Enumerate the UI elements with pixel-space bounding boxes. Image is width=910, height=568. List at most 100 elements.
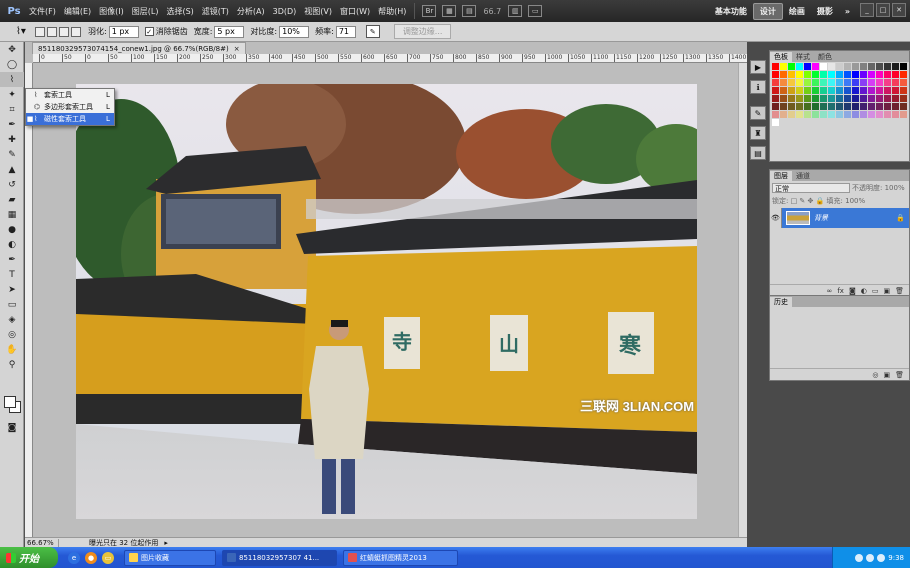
swatch[interactable] (844, 111, 851, 118)
tool-preset-icon[interactable]: ⌇▾ (8, 24, 34, 40)
swatch[interactable] (868, 103, 875, 110)
link-layers-icon[interactable]: ∞ (827, 287, 833, 295)
adjustment-layer-icon[interactable]: ◐ (861, 287, 867, 295)
swatch[interactable] (780, 103, 787, 110)
swatch[interactable] (772, 63, 779, 70)
maximize-icon[interactable]: □ (876, 3, 890, 17)
close-icon[interactable]: ✕ (892, 3, 906, 17)
eye-icon[interactable]: 👁 (770, 208, 782, 228)
snapshot-icon[interactable]: ◎ (872, 371, 878, 379)
swatch[interactable] (876, 63, 883, 70)
swatch[interactable] (868, 63, 875, 70)
swatch[interactable] (796, 71, 803, 78)
tab-styles[interactable]: 样式 (792, 52, 814, 62)
3d-orbit-icon[interactable]: ◎ (0, 327, 24, 342)
swatch[interactable] (860, 79, 867, 86)
group-icon[interactable]: ▭ (872, 287, 879, 295)
workspace-essentials[interactable]: 基本功能 (709, 4, 753, 19)
info-panel-icon[interactable]: ℹ (750, 80, 766, 94)
antialias-checkbox[interactable]: ✓ (144, 27, 154, 36)
blend-mode-select[interactable]: 正常 (772, 183, 850, 193)
minibridge-icon[interactable]: ▦ (442, 5, 457, 17)
menu-file[interactable]: 文件(F) (25, 6, 60, 17)
swatch[interactable] (868, 71, 875, 78)
menu-edit[interactable]: 编辑(E) (60, 6, 95, 17)
document-tab[interactable]: 851180329573074154_conew1.jpg @ 66.7%(RG… (32, 42, 246, 54)
swatch[interactable] (876, 111, 883, 118)
swatch[interactable] (796, 63, 803, 70)
frequency-input[interactable] (335, 25, 356, 38)
swatch[interactable] (892, 87, 899, 94)
volume-icon[interactable] (866, 553, 875, 562)
swatch[interactable] (788, 79, 795, 86)
swatch[interactable] (788, 71, 795, 78)
start-button[interactable]: 开始 (0, 547, 58, 568)
swatch[interactable] (852, 111, 859, 118)
swatch[interactable] (900, 103, 907, 110)
swatch[interactable] (844, 103, 851, 110)
new-selection-icon[interactable] (35, 26, 45, 37)
contrast-input[interactable] (279, 25, 310, 38)
quick-select-tool-icon[interactable]: ✦ (0, 87, 24, 102)
swatch[interactable] (876, 71, 883, 78)
view-extras-icon[interactable]: ▤ (462, 5, 477, 17)
tab-color[interactable]: 颜色 (814, 52, 836, 62)
swatch[interactable] (820, 71, 827, 78)
swatch[interactable] (892, 111, 899, 118)
swatch[interactable] (844, 95, 851, 102)
swatch[interactable] (836, 87, 843, 94)
swatch[interactable] (804, 71, 811, 78)
swatch[interactable] (788, 63, 795, 70)
firefox-icon[interactable]: ● (85, 551, 97, 564)
swatch[interactable] (772, 87, 779, 94)
healing-brush-icon[interactable]: ✚ (0, 132, 24, 147)
swatch[interactable] (812, 95, 819, 102)
intersect-selection-icon[interactable] (71, 26, 81, 37)
flyout-item-magnetic-lasso[interactable]: ■ ⌇ 磁性套索工具 L (26, 113, 114, 125)
swatch[interactable] (788, 103, 795, 110)
swatch[interactable] (804, 111, 811, 118)
menu-3d[interactable]: 3D(D) (269, 7, 301, 16)
tab-history[interactable]: 历史 (770, 297, 792, 307)
swatch[interactable] (884, 63, 891, 70)
menu-image[interactable]: 图像(I) (95, 6, 128, 17)
crop-tool-icon[interactable]: ⌗ (0, 102, 24, 117)
swatch[interactable] (876, 79, 883, 86)
swatch[interactable] (796, 103, 803, 110)
swatch[interactable] (788, 111, 795, 118)
swatch[interactable] (796, 111, 803, 118)
swatch[interactable] (828, 111, 835, 118)
3d-rotate-icon[interactable]: ◈ (0, 312, 24, 327)
screen-mode-icon[interactable]: ▭ (528, 5, 543, 17)
menu-layer[interactable]: 图层(L) (128, 6, 163, 17)
blur-tool-icon[interactable]: ● (0, 222, 24, 237)
refine-edge-button[interactable]: 调整边缘... (393, 24, 452, 39)
swatch[interactable] (844, 63, 851, 70)
tab-swatches[interactable]: 色板 (770, 52, 792, 62)
swatch[interactable] (804, 63, 811, 70)
swatch[interactable] (892, 103, 899, 110)
hand-tool-icon[interactable]: ✋ (0, 342, 24, 357)
swatch[interactable] (812, 63, 819, 70)
arrange-docs-icon[interactable]: ▥ (508, 5, 523, 17)
swatch[interactable] (844, 71, 851, 78)
swatch[interactable] (868, 87, 875, 94)
swatch[interactable] (828, 103, 835, 110)
ie-icon[interactable]: e (68, 551, 80, 564)
swatch[interactable] (828, 79, 835, 86)
eraser-tool-icon[interactable]: ▰ (0, 192, 24, 207)
swatch[interactable] (820, 63, 827, 70)
history-brush-icon[interactable]: ↺ (0, 177, 24, 192)
layer-style-icon[interactable]: fx (837, 287, 844, 295)
close-tab-icon[interactable]: × (234, 45, 240, 53)
swatch[interactable] (884, 71, 891, 78)
swatch[interactable] (796, 95, 803, 102)
swatch[interactable] (860, 87, 867, 94)
swatch[interactable] (860, 103, 867, 110)
swatch[interactable] (892, 63, 899, 70)
swatch[interactable] (876, 103, 883, 110)
swatch[interactable] (828, 87, 835, 94)
new-layer-icon[interactable]: ▣ (883, 287, 890, 295)
minimize-icon[interactable]: _ (860, 3, 874, 17)
swatch[interactable] (772, 119, 779, 126)
